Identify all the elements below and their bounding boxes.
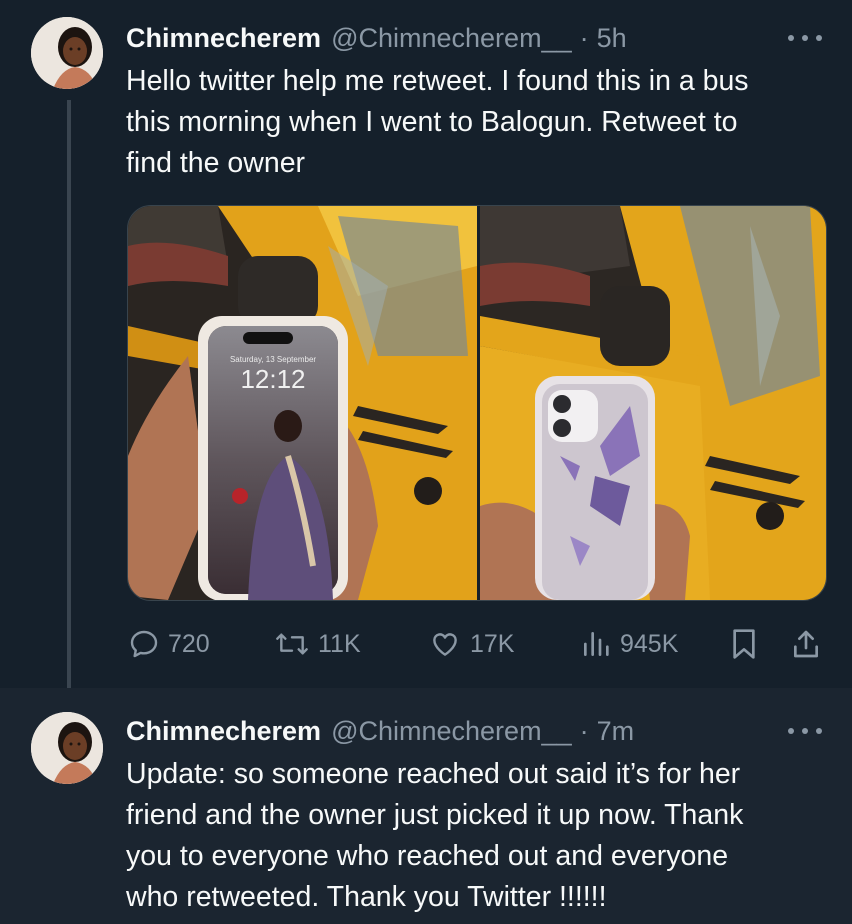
share-icon	[794, 630, 818, 658]
tweet-text-line: you to everyone who reached out and ever…	[126, 840, 729, 872]
retweet-count: 11K	[318, 629, 361, 658]
avatar[interactable]	[31, 712, 103, 784]
like-button[interactable]: 17K	[428, 622, 514, 666]
tweet-2[interactable]: Chimnecherem @Chimnecherem__ · 7m Update…	[0, 688, 852, 924]
retweet-button[interactable]: 11K	[274, 622, 361, 666]
reply-icon	[130, 630, 158, 658]
retweet-icon	[276, 633, 308, 655]
tweet-actions: 720 11K 17K 945K	[128, 622, 828, 666]
tweet-text-line: Update: so someone reached out said it’s…	[126, 758, 741, 790]
tweet-1[interactable]: Chimnecherem @Chimnecherem__ · 5h Hello …	[0, 0, 852, 702]
like-icon	[433, 633, 457, 656]
user-handle[interactable]: @Chimnecherem__	[331, 716, 572, 747]
avatar-image	[31, 17, 103, 89]
tweet-header: Chimnecherem @Chimnecherem__ · 7m	[126, 711, 634, 751]
like-count: 17K	[470, 629, 515, 658]
timestamp[interactable]: 7m	[597, 716, 635, 747]
photo-phone-front[interactable]: Saturday, 13 September 12:12	[128, 206, 477, 600]
separator: ·	[579, 715, 589, 746]
phone-front-image: Saturday, 13 September 12:12	[128, 206, 477, 600]
tweet-text: Hello twitter help me retweet. I found t…	[126, 61, 826, 184]
avatar-image	[31, 712, 103, 784]
lockscreen-time: 12:12	[240, 364, 305, 394]
separator: ·	[579, 22, 589, 53]
lockscreen-date: Saturday, 13 September	[230, 355, 316, 364]
more-icon[interactable]	[788, 726, 822, 736]
timestamp[interactable]: 5h	[597, 23, 627, 54]
photo-phone-back[interactable]	[477, 206, 826, 600]
tweet-text-line: friend and the owner just picked it up n…	[126, 799, 744, 831]
display-name[interactable]: Chimnecherem	[126, 23, 321, 54]
bookmark-button[interactable]	[730, 622, 766, 666]
reply-button[interactable]: 720	[128, 622, 210, 666]
tweet-text: Update: so someone reached out said it’s…	[126, 754, 826, 918]
tweet-text-line: Hello twitter help me retweet. I found t…	[126, 65, 749, 97]
tweet-header: Chimnecherem @Chimnecherem__ · 5h	[126, 18, 627, 58]
avatar[interactable]	[31, 17, 103, 89]
views-button[interactable]: 945K	[580, 622, 678, 666]
phone-back-image	[480, 206, 826, 600]
display-name[interactable]: Chimnecherem	[126, 716, 321, 747]
reply-count: 720	[168, 629, 210, 658]
tweet-text-line: who retweeted. Thank you Twitter !!!!!!	[126, 881, 607, 913]
more-icon[interactable]	[788, 33, 822, 43]
media-grid[interactable]: Saturday, 13 September 12:12	[127, 205, 827, 601]
tweet-text-line: find the owner	[126, 147, 306, 179]
thread-line	[67, 100, 71, 702]
bookmark-icon	[733, 629, 755, 659]
tweet-text-line: this morning when I went to Balogun. Ret…	[126, 106, 738, 138]
views-count: 945K	[620, 629, 679, 658]
user-handle[interactable]: @Chimnecherem__	[331, 23, 572, 54]
share-button[interactable]	[790, 622, 830, 666]
views-icon	[584, 632, 609, 656]
